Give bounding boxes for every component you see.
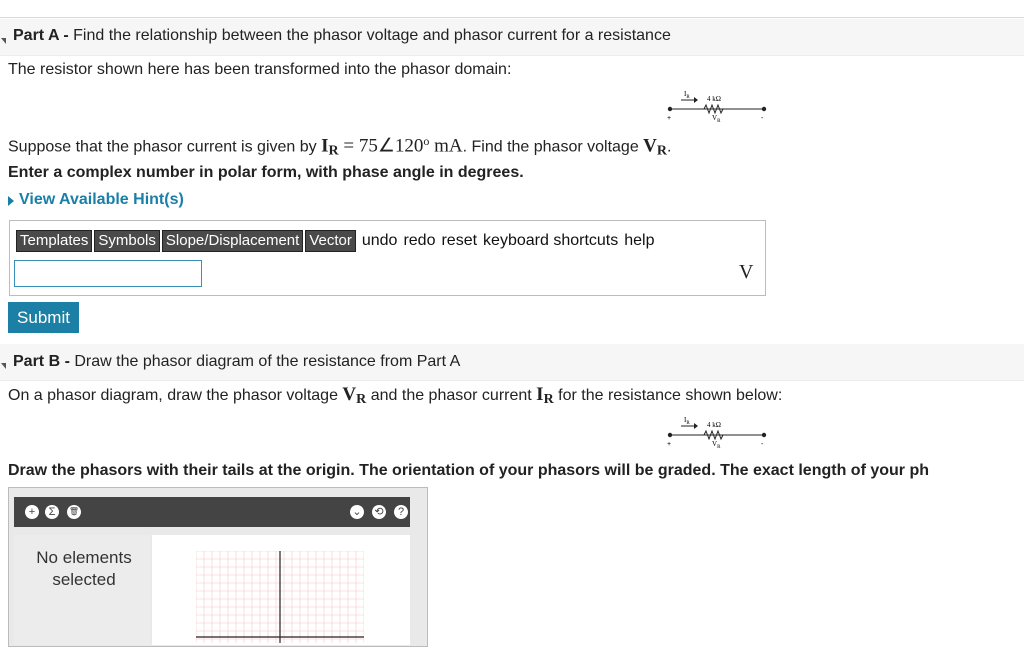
answer-unit: V	[739, 261, 754, 283]
collapse-caret-icon[interactable]	[1, 38, 6, 44]
svg-text:-: -	[761, 115, 764, 122]
svg-text:-: -	[761, 441, 764, 448]
redo-button[interactable]: redo	[403, 232, 435, 250]
part-a-intro: The resistor shown here has been transfo…	[8, 61, 512, 78]
part-b-intro: On a phasor diagram, draw the phasor vol…	[8, 384, 783, 407]
part-a-instruction: Enter a complex number in polar form, wi…	[8, 164, 524, 181]
submit-button[interactable]: Submit	[8, 302, 79, 333]
vector-button[interactable]: Vector	[305, 230, 356, 252]
svg-text:+: +	[667, 115, 671, 122]
math-toolbar: Templates Symbols Slope/Displacement Vec…	[16, 229, 654, 253]
trash-icon[interactable]: 🗑	[67, 505, 81, 519]
chevron-down-icon[interactable]: ⌄	[350, 505, 364, 519]
help-icon[interactable]: ?	[394, 505, 408, 519]
view-hints-link[interactable]: View Available Hint(s)	[19, 191, 184, 209]
part-b-instruction: Draw the phasors with their tails at the…	[8, 462, 929, 479]
answer-input[interactable]	[14, 260, 202, 287]
add-icon[interactable]: +	[25, 505, 39, 519]
part-a-question: Suppose that the phasor current is given…	[8, 134, 672, 159]
circuit-current-label: IR	[684, 90, 690, 100]
undo-button[interactable]: undo	[362, 232, 398, 250]
keyboard-shortcuts-button[interactable]: keyboard shortcuts	[483, 232, 618, 250]
hint-caret-icon[interactable]	[8, 196, 14, 206]
circuit-resistance-label: 4 kΩ	[707, 95, 721, 103]
svg-text:+: +	[667, 441, 671, 448]
resistor-circuit-diagram: IR 4 kΩ VR + -	[667, 90, 767, 122]
help-button[interactable]: help	[624, 232, 654, 250]
part-a-title: Part A - Find the relationship between t…	[13, 27, 671, 44]
resistor-circuit-diagram: IR 4 kΩ VR + -	[667, 416, 767, 448]
symbols-button[interactable]: Symbols	[94, 230, 160, 252]
no-elements-label: No elements selected	[36, 548, 132, 589]
part-b-title: Part B - Draw the phasor diagram of the …	[13, 353, 461, 370]
reset-view-icon[interactable]: ⟲	[372, 505, 386, 519]
circuit-voltage-label: VR	[712, 114, 721, 122]
svg-text:IR: IR	[684, 416, 690, 426]
top-rule	[0, 17, 1024, 18]
sigma-icon[interactable]: Σ	[45, 505, 59, 519]
phasor-grid[interactable]	[196, 551, 364, 643]
svg-text:VR: VR	[712, 440, 721, 448]
svg-text:4 kΩ: 4 kΩ	[707, 421, 721, 429]
reset-button[interactable]: reset	[441, 232, 477, 250]
slope-displacement-button[interactable]: Slope/Displacement	[161, 230, 304, 252]
templates-button[interactable]: Templates	[16, 230, 93, 252]
collapse-caret-icon[interactable]	[1, 363, 6, 369]
